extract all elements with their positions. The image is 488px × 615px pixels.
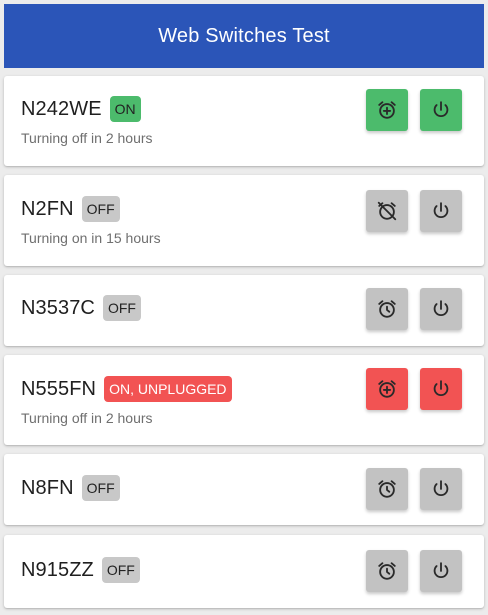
alarm-icon xyxy=(378,300,396,318)
power-button[interactable] xyxy=(420,468,462,510)
device-name: N8FN xyxy=(21,476,74,499)
alarm-icon xyxy=(378,480,396,498)
device-name: N555FN xyxy=(21,377,97,400)
schedule-text: Turning off in 2 hours xyxy=(21,410,153,426)
device-card-n915zz: N915ZZ OFF xyxy=(4,535,484,608)
schedule-button[interactable] xyxy=(366,288,408,330)
device-header: N915ZZ OFF xyxy=(21,557,140,583)
power-icon xyxy=(433,202,449,218)
device-name: N242WE xyxy=(21,97,102,120)
device-header: N555FN ON, UNPLUGGED xyxy=(21,376,232,402)
device-name: N915ZZ xyxy=(21,558,94,581)
app-title: Web Switches Test xyxy=(158,24,330,47)
power-icon xyxy=(433,300,449,316)
schedule-button[interactable] xyxy=(366,468,408,510)
power-icon xyxy=(433,480,449,496)
status-badge: OFF xyxy=(101,557,140,583)
device-card-n555fn: N555FN ON, UNPLUGGED Turning off in 2 ho… xyxy=(4,355,484,445)
device-header: N2FN OFF xyxy=(21,196,120,222)
device-header: N8FN OFF xyxy=(21,475,120,501)
power-button[interactable] xyxy=(420,550,462,592)
power-icon xyxy=(433,562,449,578)
status-badge: OFF xyxy=(81,475,120,501)
alarm-add-icon xyxy=(378,380,396,398)
device-name: N3537C xyxy=(21,296,95,319)
schedule-button[interactable] xyxy=(366,89,408,131)
power-button[interactable] xyxy=(420,368,462,410)
alarm-add-icon xyxy=(378,101,396,119)
schedule-text: Turning on in 15 hours xyxy=(21,230,161,246)
alarm-off-icon xyxy=(377,201,397,221)
device-card-n2fn: N2FN OFF Turning on in 15 hours xyxy=(4,175,484,266)
status-badge: OFF xyxy=(81,196,120,222)
device-header: N3537C OFF xyxy=(21,295,141,321)
status-badge: OFF xyxy=(102,295,141,321)
power-icon xyxy=(433,380,449,396)
device-header: N242WE ON xyxy=(21,96,141,122)
power-button[interactable] xyxy=(420,89,462,131)
power-button[interactable] xyxy=(420,190,462,232)
device-name: N2FN xyxy=(21,197,74,220)
schedule-button[interactable] xyxy=(366,550,408,592)
power-icon xyxy=(433,101,449,117)
status-badge: ON xyxy=(109,96,141,122)
alarm-icon xyxy=(378,562,396,580)
app-bar: Web Switches Test xyxy=(4,4,484,68)
schedule-text: Turning off in 2 hours xyxy=(21,130,153,146)
power-button[interactable] xyxy=(420,288,462,330)
device-card-n8fn: N8FN OFF xyxy=(4,454,484,525)
device-card-n3537c: N3537C OFF xyxy=(4,275,484,346)
schedule-button[interactable] xyxy=(366,190,408,232)
status-badge: ON, UNPLUGGED xyxy=(104,376,232,402)
device-card-n242we: N242WE ON Turning off in 2 hours xyxy=(4,76,484,166)
schedule-button[interactable] xyxy=(366,368,408,410)
